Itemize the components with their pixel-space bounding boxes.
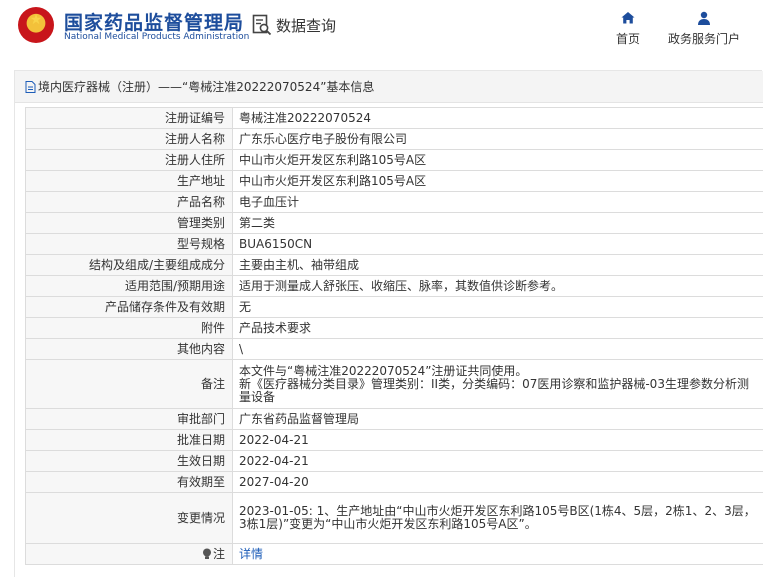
lightbulb-icon bbox=[202, 548, 211, 559]
breadcrumb: 境内医疗器械（注册）——“粤械注准20222070524”基本信息 bbox=[15, 71, 763, 103]
row-value: 2023-01-05: 1、生产地址由“中山市火炬开发区东利路105号B区(1栋… bbox=[232, 492, 763, 544]
row-value: 粤械注准20222070524 bbox=[232, 107, 763, 129]
row-label: 备注 bbox=[25, 359, 233, 409]
row-label: 注册人名称 bbox=[25, 128, 233, 150]
row-value: 主要由主机、袖带组成 bbox=[232, 254, 763, 276]
table-row: 审批部门 广东省药品监督管理局 bbox=[25, 408, 763, 430]
table-row: 附件 产品技术要求 bbox=[25, 317, 763, 339]
site-name[interactable]: 国家药品监督管理局 bbox=[64, 8, 244, 35]
site-header: ★ 国家药品监督管理局 National Medical Products Ad… bbox=[0, 0, 763, 60]
note-label: 注 bbox=[212, 546, 225, 561]
site-name-en: National Medical Products Administration bbox=[64, 32, 250, 42]
table-row: 结构及组成/主要组成成分 主要由主机、袖带组成 bbox=[25, 254, 763, 276]
user-icon bbox=[698, 11, 710, 25]
data-query-label: 数据查询 bbox=[276, 16, 337, 35]
national-emblem-logo[interactable]: ★ bbox=[18, 7, 54, 43]
row-label: 型号规格 bbox=[25, 233, 233, 255]
row-value: 2022-04-21 bbox=[232, 429, 763, 451]
table-row: 管理类别 第二类 bbox=[25, 212, 763, 234]
row-value: \ bbox=[232, 338, 763, 360]
row-value: 无 bbox=[232, 296, 763, 318]
table-row: 注 详情 bbox=[25, 543, 763, 565]
row-label: 审批部门 bbox=[25, 408, 233, 430]
nav-home-label: 首页 bbox=[615, 32, 640, 46]
row-label: 生产地址 bbox=[25, 170, 233, 192]
table-row: 备注 本文件与“粤械注准20222070524”注册证共同使用。 新《医疗器械分… bbox=[25, 359, 763, 409]
row-label: 产品名称 bbox=[25, 191, 233, 213]
table-row: 有效期至 2027-04-20 bbox=[25, 471, 763, 493]
table-row: 其他内容 \ bbox=[25, 338, 763, 360]
row-value: BUA6150CN bbox=[232, 233, 763, 255]
detail-panel: 境内医疗器械（注册）——“粤械注准20222070524”基本信息 注册证编号 … bbox=[14, 70, 763, 577]
table-row: 注册人名称 广东乐心医疗电子股份有限公司 bbox=[25, 128, 763, 150]
row-label: 注册证编号 bbox=[25, 107, 233, 129]
row-label: 管理类别 bbox=[25, 212, 233, 234]
table-row: 生产地址 中山市火炬开发区东利路105号A区 bbox=[25, 170, 763, 192]
document-icon bbox=[25, 80, 36, 93]
table-row: 注册人住所 中山市火炬开发区东利路105号A区 bbox=[25, 149, 763, 171]
row-label: 有效期至 bbox=[25, 471, 233, 493]
note-value-cell: 详情 bbox=[232, 543, 763, 565]
table-row: 变更情况 2023-01-05: 1、生产地址由“中山市火炬开发区东利路105号… bbox=[25, 492, 763, 544]
registration-info-table: 注册证编号 粤械注准20222070524 注册人名称 广东乐心医疗电子股份有限… bbox=[25, 107, 763, 565]
data-query-link[interactable]: 数据查询 bbox=[252, 13, 336, 37]
row-value: 广东省药品监督管理局 bbox=[232, 408, 763, 430]
row-label: 变更情况 bbox=[25, 492, 233, 544]
row-value: 适用于测量成人舒张压、收缩压、脉率，其数值供诊断参考。 bbox=[232, 275, 763, 297]
table-row: 批准日期 2022-04-21 bbox=[25, 429, 763, 451]
home-icon bbox=[621, 12, 635, 24]
row-value: 第二类 bbox=[232, 212, 763, 234]
row-label: 适用范围/预期用途 bbox=[25, 275, 233, 297]
row-value: 电子血压计 bbox=[232, 191, 763, 213]
nav-service-portal[interactable]: 政务服务门户 bbox=[664, 10, 744, 47]
table-row: 注册证编号 粤械注准20222070524 bbox=[25, 107, 763, 129]
nav-home[interactable]: 首页 bbox=[612, 10, 644, 47]
row-label: 批准日期 bbox=[25, 429, 233, 451]
document-search-icon bbox=[252, 14, 272, 36]
table-row: 产品名称 电子血压计 bbox=[25, 191, 763, 213]
row-value: 2027-04-20 bbox=[232, 471, 763, 493]
row-value: 广东乐心医疗电子股份有限公司 bbox=[232, 128, 763, 150]
row-label: 生效日期 bbox=[25, 450, 233, 472]
row-value: 产品技术要求 bbox=[232, 317, 763, 339]
breadcrumb-text: 境内医疗器械（注册）——“粤械注准20222070524”基本信息 bbox=[38, 80, 375, 94]
row-value: 中山市火炬开发区东利路105号A区 bbox=[232, 170, 763, 192]
table-row: 适用范围/预期用途 适用于测量成人舒张压、收缩压、脉率，其数值供诊断参考。 bbox=[25, 275, 763, 297]
row-label: 产品储存条件及有效期 bbox=[25, 296, 233, 318]
star-icon: ★ bbox=[29, 12, 43, 28]
details-link[interactable]: 详情 bbox=[239, 547, 263, 561]
row-label: 附件 bbox=[25, 317, 233, 339]
note-label-cell: 注 bbox=[25, 543, 233, 565]
nav-service-portal-label: 政务服务门户 bbox=[667, 32, 740, 46]
table-row: 型号规格 BUA6150CN bbox=[25, 233, 763, 255]
table-row: 产品储存条件及有效期 无 bbox=[25, 296, 763, 318]
row-value: 本文件与“粤械注准20222070524”注册证共同使用。 新《医疗器械分类目录… bbox=[232, 359, 763, 409]
row-label: 注册人住所 bbox=[25, 149, 233, 171]
table-row: 生效日期 2022-04-21 bbox=[25, 450, 763, 472]
row-label: 其他内容 bbox=[25, 338, 233, 360]
row-label: 结构及组成/主要组成成分 bbox=[25, 254, 233, 276]
row-value: 中山市火炬开发区东利路105号A区 bbox=[232, 149, 763, 171]
row-value: 2022-04-21 bbox=[232, 450, 763, 472]
